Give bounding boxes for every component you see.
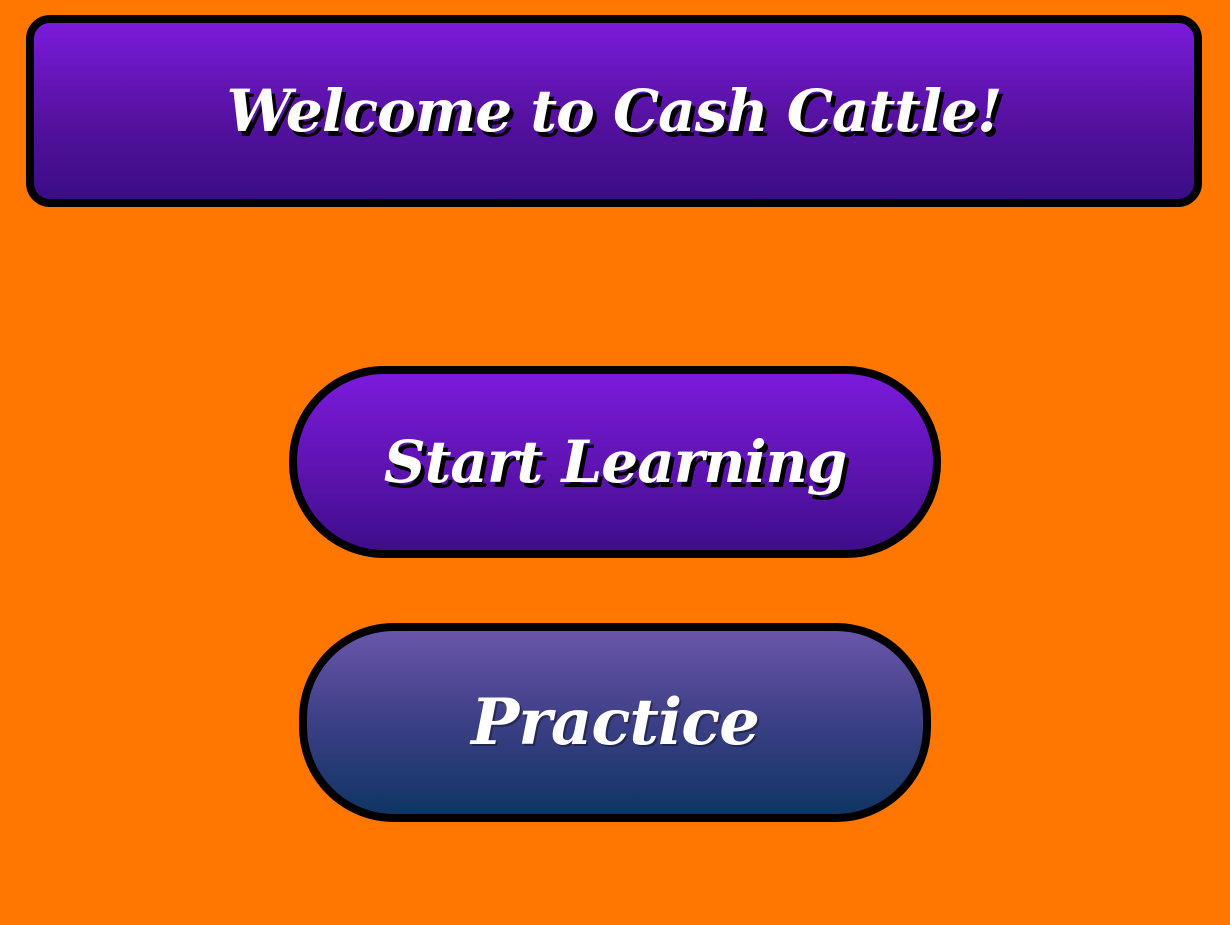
practice-label: Practice — [471, 685, 760, 760]
start-learning-label: Start Learning — [383, 428, 848, 496]
practice-button[interactable]: Practice — [299, 623, 931, 822]
start-learning-button[interactable]: Start Learning — [289, 366, 941, 558]
welcome-banner: Welcome to Cash Cattle! — [26, 15, 1202, 207]
main-menu-screen: Welcome to Cash Cattle! Start Learning P… — [0, 0, 1230, 925]
page-title: Welcome to Cash Cattle! — [226, 77, 1003, 145]
